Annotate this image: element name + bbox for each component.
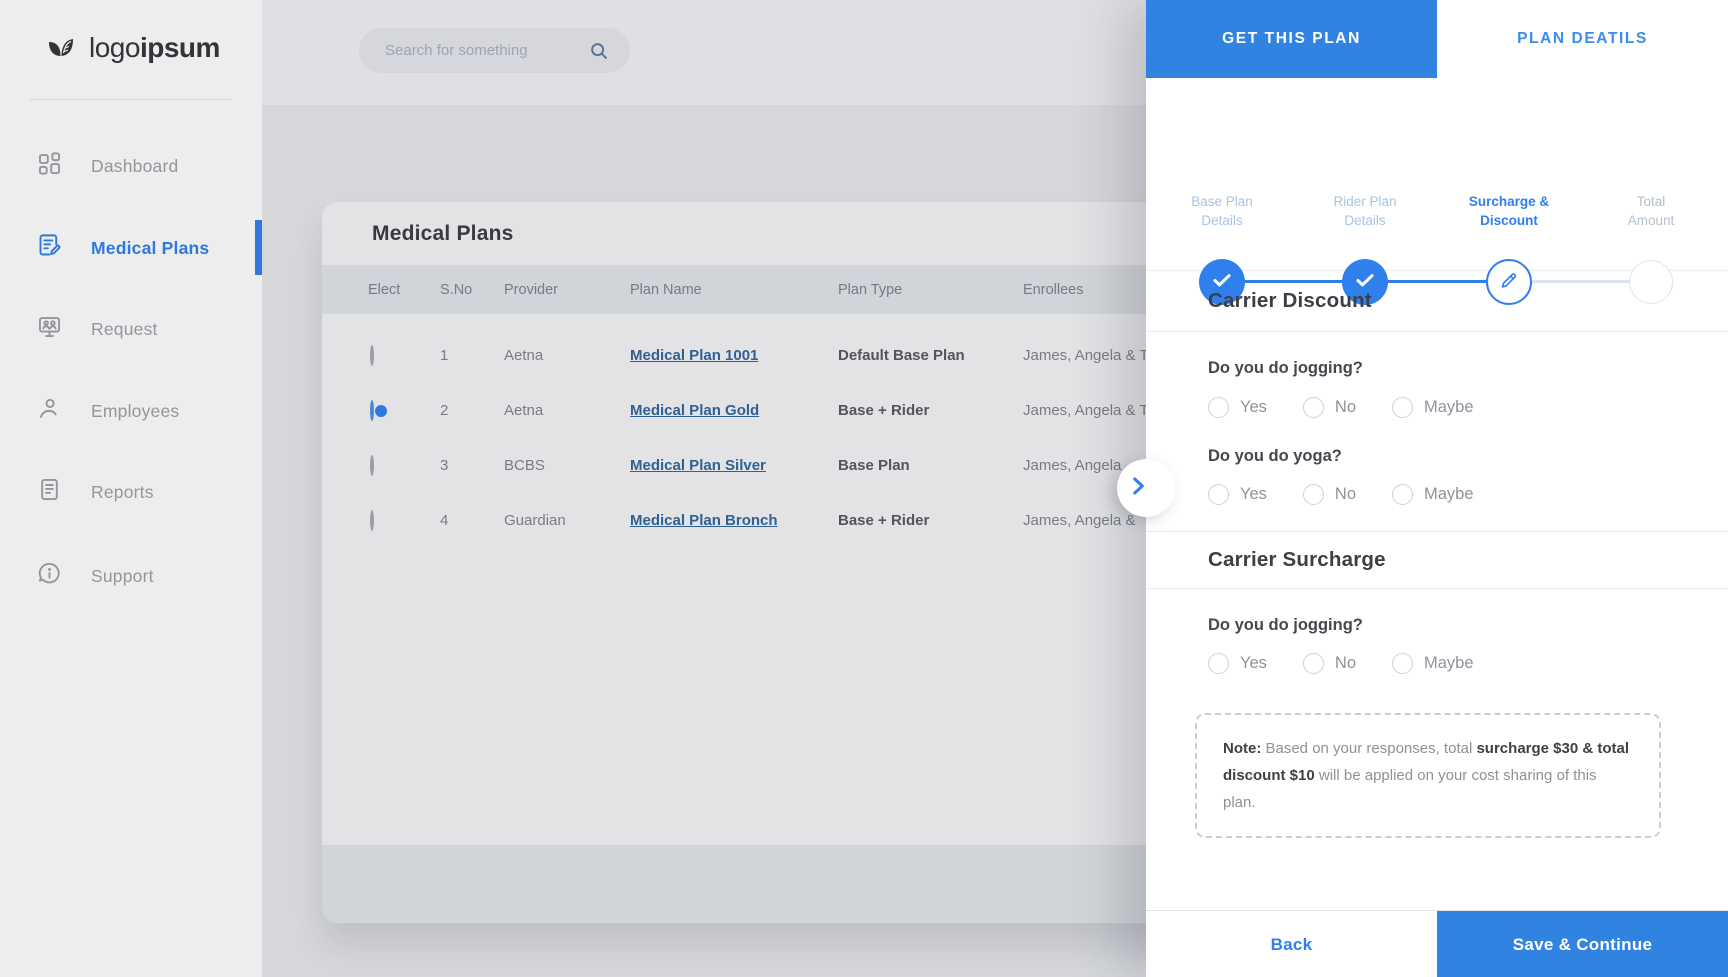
radio-circle-icon: [1303, 653, 1324, 674]
sidebar-item-request[interactable]: Request: [0, 301, 262, 357]
plan-type-cell: Base + Rider: [838, 512, 1023, 529]
plan-type-cell: Base + Rider: [838, 402, 1023, 419]
search-bar: [359, 28, 630, 73]
tab-plan-details[interactable]: PLAN DEATILS: [1437, 0, 1728, 78]
drawer-footer: Back Save & Continue: [1146, 910, 1728, 977]
sidebar-item-medical-plans[interactable]: Medical Plans: [0, 220, 262, 276]
radio-option-yes[interactable]: Yes: [1208, 397, 1267, 418]
tab-get-this-plan[interactable]: GET THIS PLAN: [1146, 0, 1437, 78]
active-nav-indicator: [255, 220, 262, 275]
reports-icon: [36, 476, 63, 508]
back-button[interactable]: Back: [1146, 911, 1437, 977]
note-body-1: Based on your responses, total: [1261, 740, 1476, 757]
radio-option-yes[interactable]: Yes: [1208, 484, 1267, 505]
radio-circle-icon: [1208, 397, 1229, 418]
radio-option-maybe[interactable]: Maybe: [1392, 653, 1474, 674]
stepper: Base PlanDetails Rider PlanDetails Surch…: [1146, 78, 1728, 271]
radio-option-no[interactable]: No: [1303, 397, 1356, 418]
save-continue-button[interactable]: Save & Continue: [1437, 911, 1728, 977]
section-title-carrier-surcharge: Carrier Surcharge: [1146, 531, 1728, 589]
radio-circle-icon: [1208, 653, 1229, 674]
radio-circle-icon: [1303, 484, 1324, 505]
sidebar-item-label: Medical Plans: [91, 238, 209, 259]
step-label-base-plan: Base PlanDetails: [1152, 192, 1292, 230]
search-icon[interactable]: [588, 40, 610, 62]
radio-option-maybe[interactable]: Maybe: [1392, 397, 1474, 418]
employees-icon: [36, 395, 63, 427]
logo-text: logoipsum: [89, 32, 220, 64]
elect-radio[interactable]: [370, 510, 374, 531]
sidebar-item-label: Request: [91, 319, 158, 340]
leaf-logo-icon: [42, 26, 80, 69]
question-jogging-discount: Do you do jogging?: [1208, 359, 1363, 378]
sno-cell: 1: [440, 347, 504, 364]
app-window: logoipsum Dashboard Medical Plans: [0, 0, 1728, 977]
get-plan-drawer: GET THIS PLAN PLAN DEATILS Base PlanDeta…: [1146, 0, 1728, 977]
provider-cell: Aetna: [504, 402, 630, 419]
radio-circle-icon: [1303, 397, 1324, 418]
radio-circle-icon: [1392, 653, 1413, 674]
step-label-surcharge-discount: Surcharge &Discount: [1439, 192, 1579, 230]
question-jogging-surcharge: Do you do jogging?: [1208, 616, 1363, 635]
plan-type-cell: Base Plan: [838, 457, 1023, 474]
radio-group-jogging-discount: Yes No Maybe: [1208, 397, 1474, 418]
section-title-carrier-discount: Carrier Discount: [1146, 271, 1728, 332]
sidebar-item-employees[interactable]: Employees: [0, 383, 262, 439]
drawer-tabs: GET THIS PLAN PLAN DEATILS: [1146, 0, 1728, 78]
step-label-rider-plan: Rider PlanDetails: [1295, 192, 1435, 230]
logo: logoipsum: [42, 26, 220, 69]
col-header-elect: Elect: [368, 282, 440, 298]
provider-cell: BCBS: [504, 457, 630, 474]
search-input[interactable]: [359, 42, 588, 59]
sidebar-divider: [30, 99, 232, 100]
medical-plans-icon: [36, 232, 63, 264]
radio-group-yoga-discount: Yes No Maybe: [1208, 484, 1474, 505]
sno-cell: 2: [440, 402, 504, 419]
radio-option-yes[interactable]: Yes: [1208, 653, 1267, 674]
sidebar-item-label: Employees: [91, 401, 179, 422]
sidebar-item-label: Support: [91, 566, 154, 587]
plan-name-link[interactable]: Medical Plan 1001: [630, 347, 758, 364]
sidebar-item-dashboard[interactable]: Dashboard: [0, 138, 262, 194]
radio-circle-icon: [1392, 484, 1413, 505]
chevron-right-icon: [1125, 473, 1167, 504]
radio-circle-icon: [1208, 484, 1229, 505]
sidebar-item-label: Reports: [91, 482, 154, 503]
step-label-total-amount: TotalAmount: [1581, 192, 1721, 230]
provider-cell: Guardian: [504, 512, 630, 529]
drawer-collapse-button[interactable]: [1117, 459, 1175, 517]
plan-name-link[interactable]: Medical Plan Gold: [630, 402, 759, 419]
plan-type-cell: Default Base Plan: [838, 347, 1023, 364]
support-icon: [36, 560, 63, 592]
request-icon: [36, 313, 63, 345]
elect-radio-selected[interactable]: [370, 400, 374, 421]
col-header-plan-type: Plan Type: [838, 282, 1023, 298]
dashboard-icon: [36, 150, 63, 182]
sidebar-item-label: Dashboard: [91, 156, 178, 177]
sidebar: logoipsum Dashboard Medical Plans: [0, 0, 262, 977]
note-prefix: Note:: [1223, 740, 1261, 757]
col-header-sno: S.No: [440, 282, 504, 298]
col-header-plan-name: Plan Name: [630, 282, 838, 298]
radio-option-no[interactable]: No: [1303, 484, 1356, 505]
sno-cell: 3: [440, 457, 504, 474]
elect-radio[interactable]: [370, 455, 374, 476]
plan-name-link[interactable]: Medical Plan Bronch: [630, 512, 778, 529]
radio-circle-icon: [1392, 397, 1413, 418]
plan-name-link[interactable]: Medical Plan Silver: [630, 457, 766, 474]
sidebar-item-reports[interactable]: Reports: [0, 464, 262, 520]
radio-option-no[interactable]: No: [1303, 653, 1356, 674]
provider-cell: Aetna: [504, 347, 630, 364]
elect-radio[interactable]: [370, 345, 374, 366]
question-yoga-discount: Do you do yoga?: [1208, 447, 1342, 466]
note-box: Note: Based on your responses, total sur…: [1195, 713, 1661, 838]
sno-cell: 4: [440, 512, 504, 529]
radio-option-maybe[interactable]: Maybe: [1392, 484, 1474, 505]
radio-group-jogging-surcharge: Yes No Maybe: [1208, 653, 1474, 674]
col-header-provider: Provider: [504, 282, 630, 298]
sidebar-item-support[interactable]: Support: [0, 548, 262, 604]
